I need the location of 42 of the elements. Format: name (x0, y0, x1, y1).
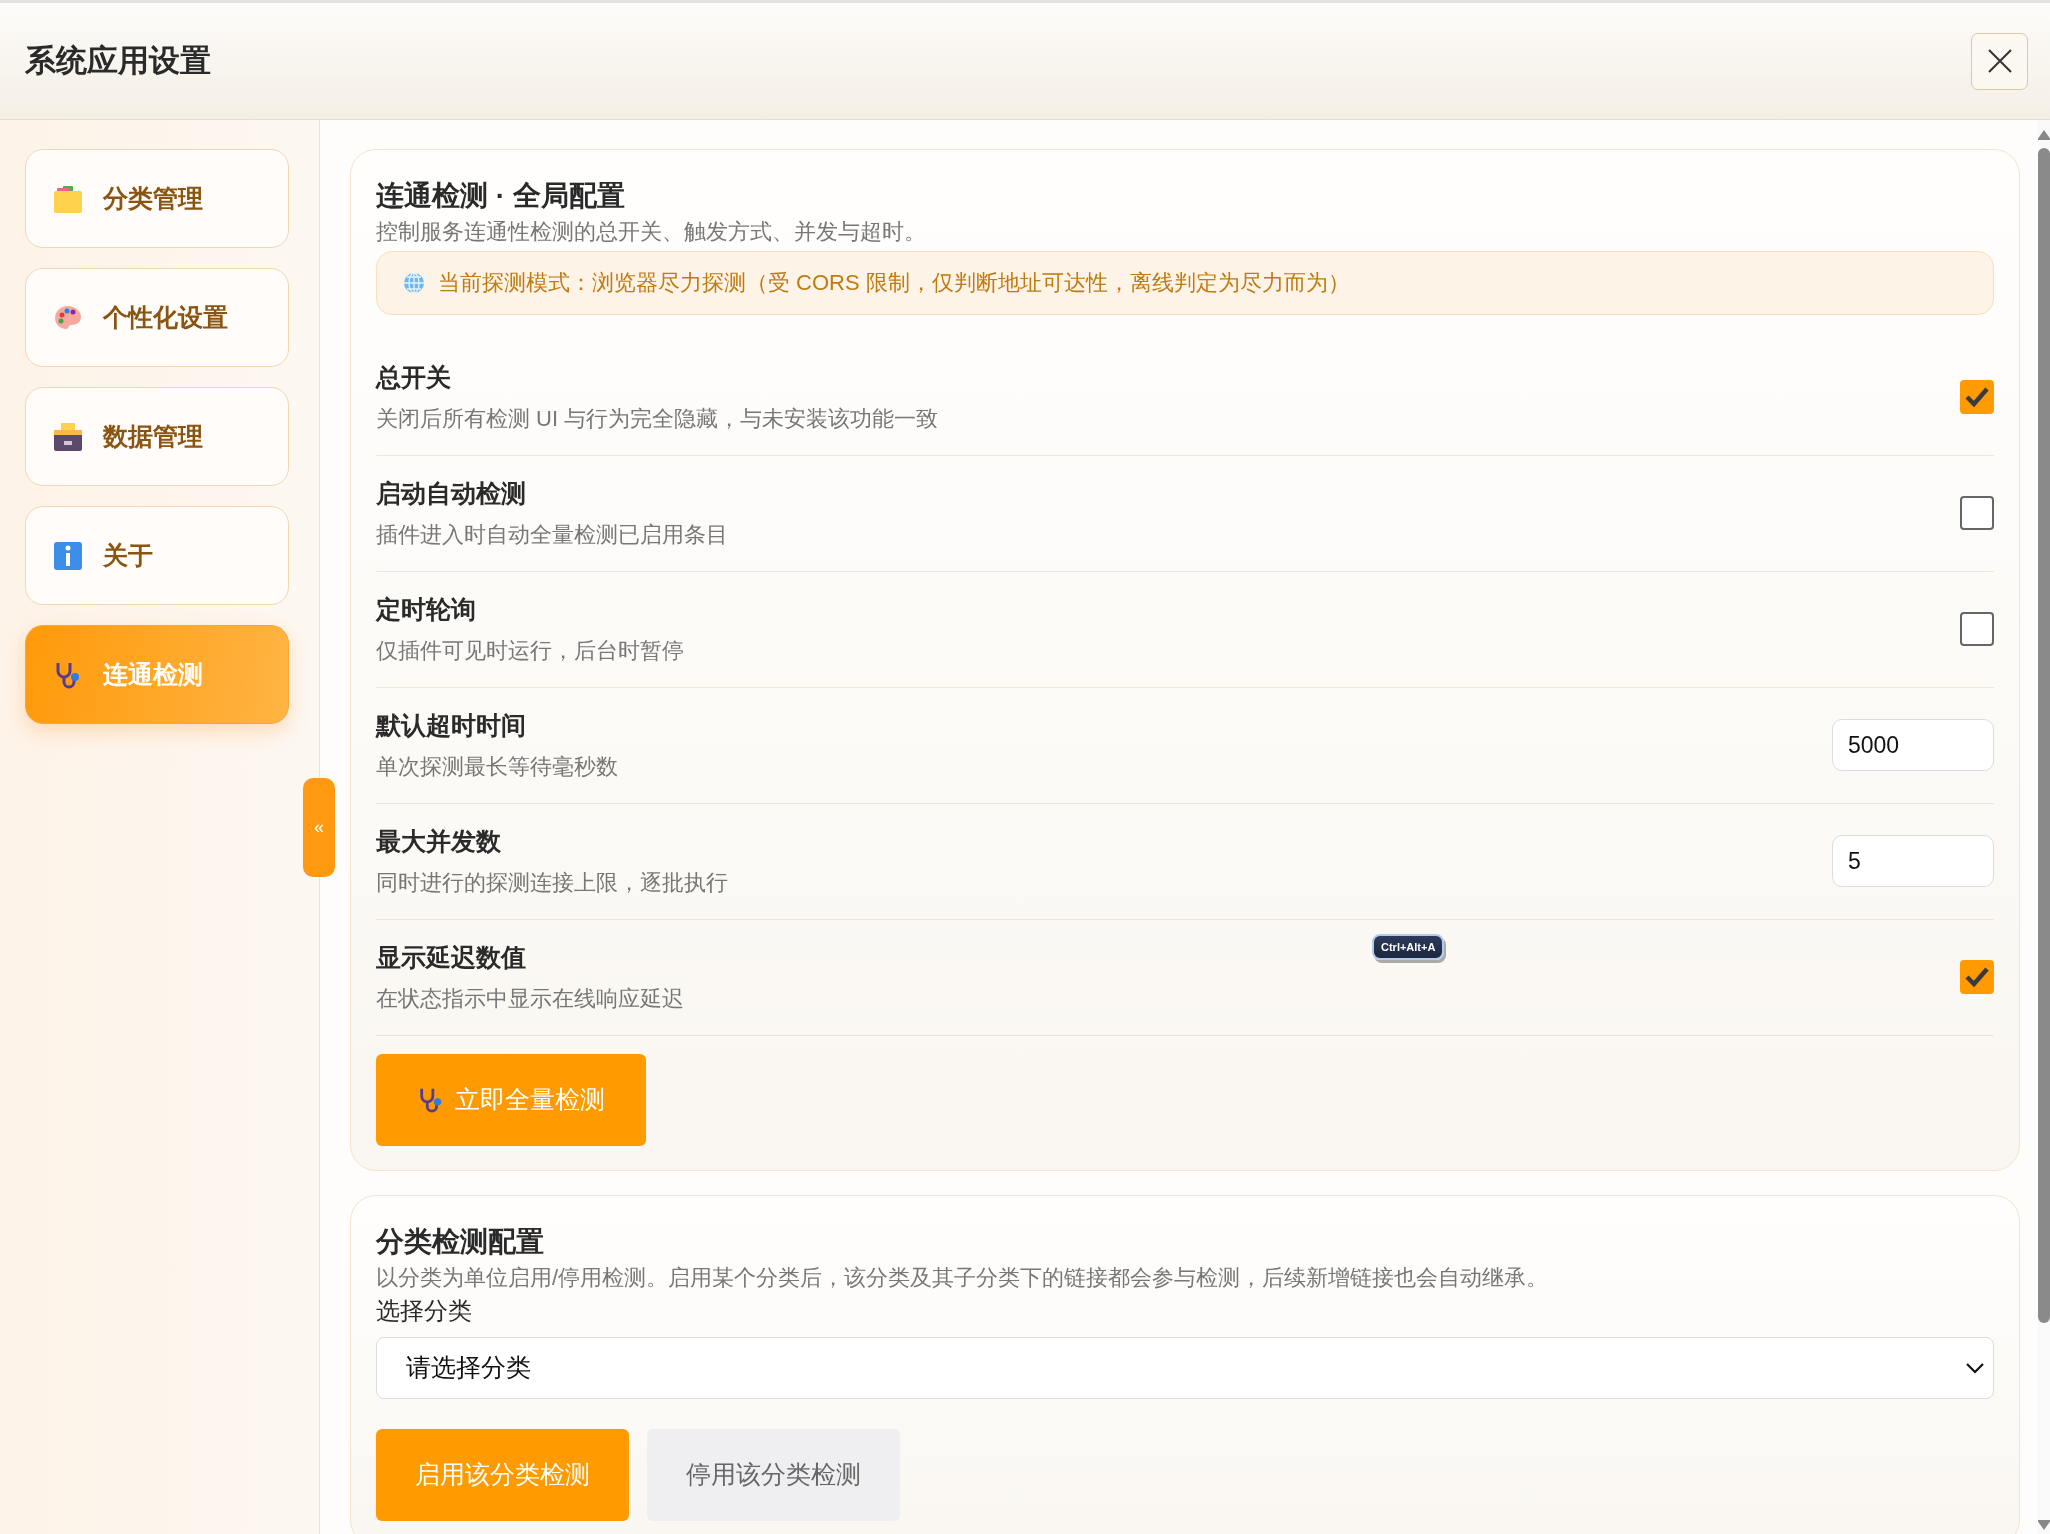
scroll-down-icon[interactable] (2037, 1520, 2050, 1530)
setting-title: 总开关 (376, 362, 452, 393)
setting-description: 在状态指示中显示在线响应延迟 (376, 985, 684, 1013)
section-description: 控制服务连通性检测的总开关、触发方式、并发与超时。 (376, 218, 927, 247)
number-field[interactable]: 5 (1832, 835, 1994, 888)
setting-title: 启动自动检测 (376, 478, 527, 509)
setting-description: 关闭后所有检测 UI 与行为完全隐藏，与未安装该功能一致 (376, 405, 939, 433)
checkbox[interactable] (1960, 960, 1994, 995)
scrollbar-thumb[interactable] (2038, 148, 2050, 1323)
sidebar-item[interactable]: 分类管理 (25, 149, 289, 248)
sidebar-item[interactable]: 关于 (25, 506, 289, 605)
checkbox[interactable] (1960, 612, 1994, 647)
setting-title: 默认超时时间 (376, 710, 527, 741)
category-select[interactable]: 请选择分类 (376, 1336, 1994, 1399)
checkbox[interactable] (1960, 380, 1994, 415)
shortcut-badge: Ctrl+Alt+A (1372, 934, 1445, 960)
window-title: 系统应用设置 (25, 42, 211, 80)
close-button[interactable] (1971, 32, 2028, 90)
folder-icon (53, 183, 83, 214)
setting-title: 定时轮询 (376, 594, 477, 625)
notice-text: 当前探测模式：浏览器尽力探测（受 CORS 限制，仅判断地址可达性，离线判定为尽力而为） (438, 269, 1350, 297)
checkbox[interactable] (1960, 496, 1994, 531)
number-field[interactable]: 5000 (1832, 719, 1994, 772)
setting-description: 仅插件可见时运行，后台时暂停 (376, 637, 684, 665)
close-icon (1986, 48, 2013, 74)
setting-description: 插件进入时自动全量检测已启用条目 (376, 521, 728, 549)
scroll-up-icon[interactable] (2037, 130, 2050, 140)
field-label: 选择分类 (376, 1295, 473, 1326)
section-description: 以分类为单位启用/停用检测。启用某个分类后，该分类及其子分类下的链接都会参与检测，后续新增链接也会自动继承。 (376, 1264, 1550, 1293)
setting-description: 单次探测最长等待毫秒数 (376, 753, 618, 781)
file-box-icon (53, 421, 83, 452)
section-title: 分类检测配置 (376, 1225, 545, 1259)
sidebar-item[interactable]: 个性化设置 (25, 268, 289, 367)
setting-title: 显示延迟数值 (376, 942, 527, 973)
setting-title: 最大并发数 (376, 826, 502, 857)
chevron-down-icon (1965, 1361, 1985, 1374)
globe-icon (402, 271, 426, 295)
section-title: 连通检测 · 全局配置 (376, 179, 626, 213)
sidebar-item[interactable]: 数据管理 (25, 387, 289, 486)
setting-description: 同时进行的探测连接上限，逐批执行 (376, 869, 728, 897)
disable-button[interactable]: 停用该分类检测 (647, 1428, 900, 1521)
info-icon (53, 540, 83, 571)
